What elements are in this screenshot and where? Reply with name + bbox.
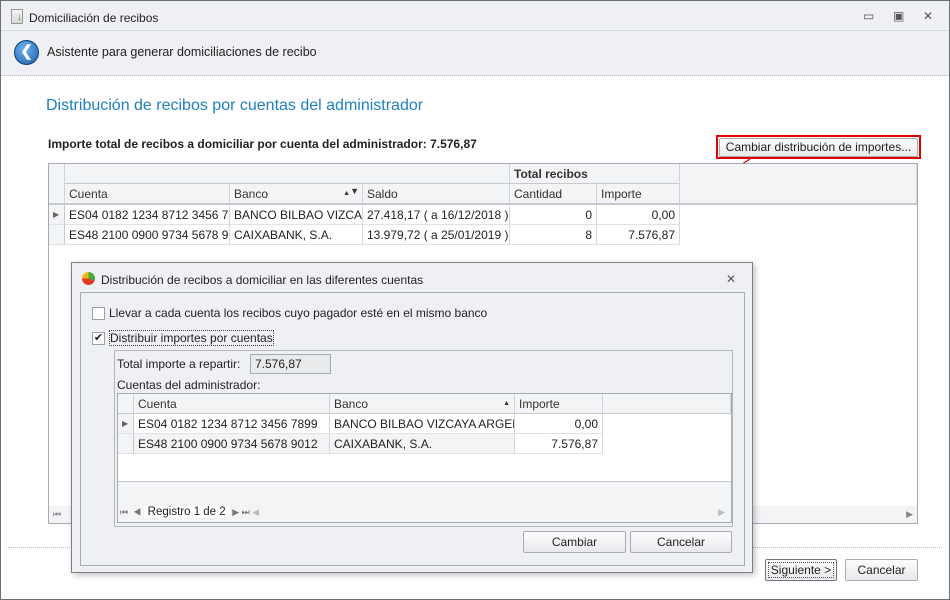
option-same-bank[interactable]: Llevar a cada cuenta los recibos cuyo pa… (92, 306, 487, 320)
cell-banco[interactable]: BANCO BILBAO VIZCA... (230, 205, 363, 225)
cell-cuenta[interactable]: ES04 0182 1234 8712 3456 7899 (134, 414, 330, 434)
col-importe[interactable]: Importe (515, 394, 603, 414)
cell-cuenta[interactable]: ES48 2100 0900 9734 5678 9012 (134, 434, 330, 454)
prev-record-icon[interactable]: ◀ (133, 507, 141, 517)
cell-cantidad[interactable]: 8 (510, 225, 597, 245)
sort-asc-icon: ▲ (503, 400, 510, 407)
cell-banco[interactable]: BANCO BILBAO VIZCAYA ARGENT... (330, 414, 515, 434)
header-filler (680, 164, 917, 204)
cell-banco[interactable]: CAIXABANK, S.A. (230, 225, 363, 245)
dialog-accounts-grid: Cuenta Banco ▲ Importe ▶ ES04 0182 1234 8… (117, 393, 732, 523)
cell-cantidad[interactable]: 0 (510, 205, 597, 225)
cell-importe[interactable]: 0,00 (515, 414, 603, 434)
col-banco-label: Banco (234, 187, 269, 201)
filter-icon[interactable]: ▼ (350, 184, 359, 201)
option-same-bank-label: Llevar a cada cuenta los recibos cuyo pa… (109, 306, 488, 320)
row-indicator (49, 225, 65, 245)
record-counter: Registro 1 de 2 (143, 506, 230, 518)
band-total-recibos: Total recibos (510, 164, 680, 184)
grid-navigator[interactable]: ⏮ ◀ Registro 1 de 2 ▶ ⏭ ◀ ▶ (120, 504, 729, 521)
cell-importe[interactable]: 7.576,87 (597, 225, 680, 245)
accounts-label: Cuentas del administrador: (117, 378, 261, 392)
option-distribute[interactable]: ✔ Distribuir importes por cuentas (92, 330, 274, 346)
next-label: Siguiente > (767, 562, 835, 578)
dialog-change-button[interactable]: Cambiar (523, 531, 626, 553)
pie-chart-icon (82, 272, 95, 285)
checkbox-same-bank[interactable] (92, 306, 105, 320)
total-to-distribute-field[interactable]: 7.576,87 (250, 354, 331, 374)
cell-saldo[interactable]: 13.979,72 ( a 25/01/2019 ) (363, 225, 510, 245)
cancel-button[interactable]: Cancelar (845, 559, 918, 581)
row-indicator (118, 434, 134, 454)
grid-corner (118, 394, 134, 414)
col-cantidad[interactable]: Cantidad (510, 184, 597, 204)
cell-importe[interactable]: 0,00 (597, 205, 680, 225)
cell-banco[interactable]: CAIXABANK, S.A. (330, 434, 515, 454)
col-cuenta[interactable]: Cuenta (65, 184, 230, 204)
band-empty (65, 164, 510, 184)
scroll-left-icon[interactable]: ◀ (252, 507, 259, 517)
next-button[interactable]: Siguiente > (765, 559, 837, 581)
grid-footer: ⏮ ◀ Registro 1 de 2 ▶ ⏭ ◀ ▶ (118, 481, 731, 522)
total-to-distribute-label: Total importe a repartir: (117, 357, 241, 371)
next-record-icon[interactable]: ▶ (232, 507, 239, 517)
sort-asc-icon: ▲ (343, 190, 350, 197)
cell-cuenta[interactable]: ES48 2100 0900 9734 5678 9... (65, 225, 230, 245)
dialog-close-button[interactable]: ✕ (726, 272, 736, 286)
first-record-icon[interactable]: ⏮ (120, 507, 128, 517)
cell-importe[interactable]: 7.576,87 (515, 434, 603, 454)
cell-cuenta[interactable]: ES04 0182 1234 8712 3456 7... (65, 205, 230, 225)
checkbox-distribute[interactable]: ✔ (92, 331, 105, 345)
distribution-dialog: Distribución de recibos a domiciliar en … (71, 262, 753, 573)
col-cuenta[interactable]: Cuenta (134, 394, 330, 414)
grid-corner (49, 164, 65, 204)
row-indicator: ▶ (118, 414, 134, 434)
option-distribute-label: Distribuir importes por cuentas (109, 330, 274, 346)
distribution-group: Total importe a repartir: 7.576,87 Cuent… (114, 350, 733, 527)
header-filler (603, 394, 731, 414)
col-importe[interactable]: Importe (597, 184, 680, 204)
dialog-cancel-button[interactable]: Cancelar (630, 531, 732, 553)
col-banco[interactable]: Banco ▲ (330, 394, 515, 414)
col-saldo[interactable]: Saldo (363, 184, 510, 204)
row-indicator: ▶ (49, 205, 65, 225)
scroll-right-icon[interactable]: ▶ (718, 504, 725, 521)
col-banco-label: Banco (334, 397, 369, 411)
last-record-icon[interactable]: ⏭ (242, 507, 250, 517)
dialog-title: Distribución de recibos a domiciliar en … (101, 273, 424, 287)
cell-saldo[interactable]: 27.418,17 ( a 16/12/2018 ) (363, 205, 510, 225)
col-banco[interactable]: Banco ▲ ▼ (230, 184, 363, 204)
